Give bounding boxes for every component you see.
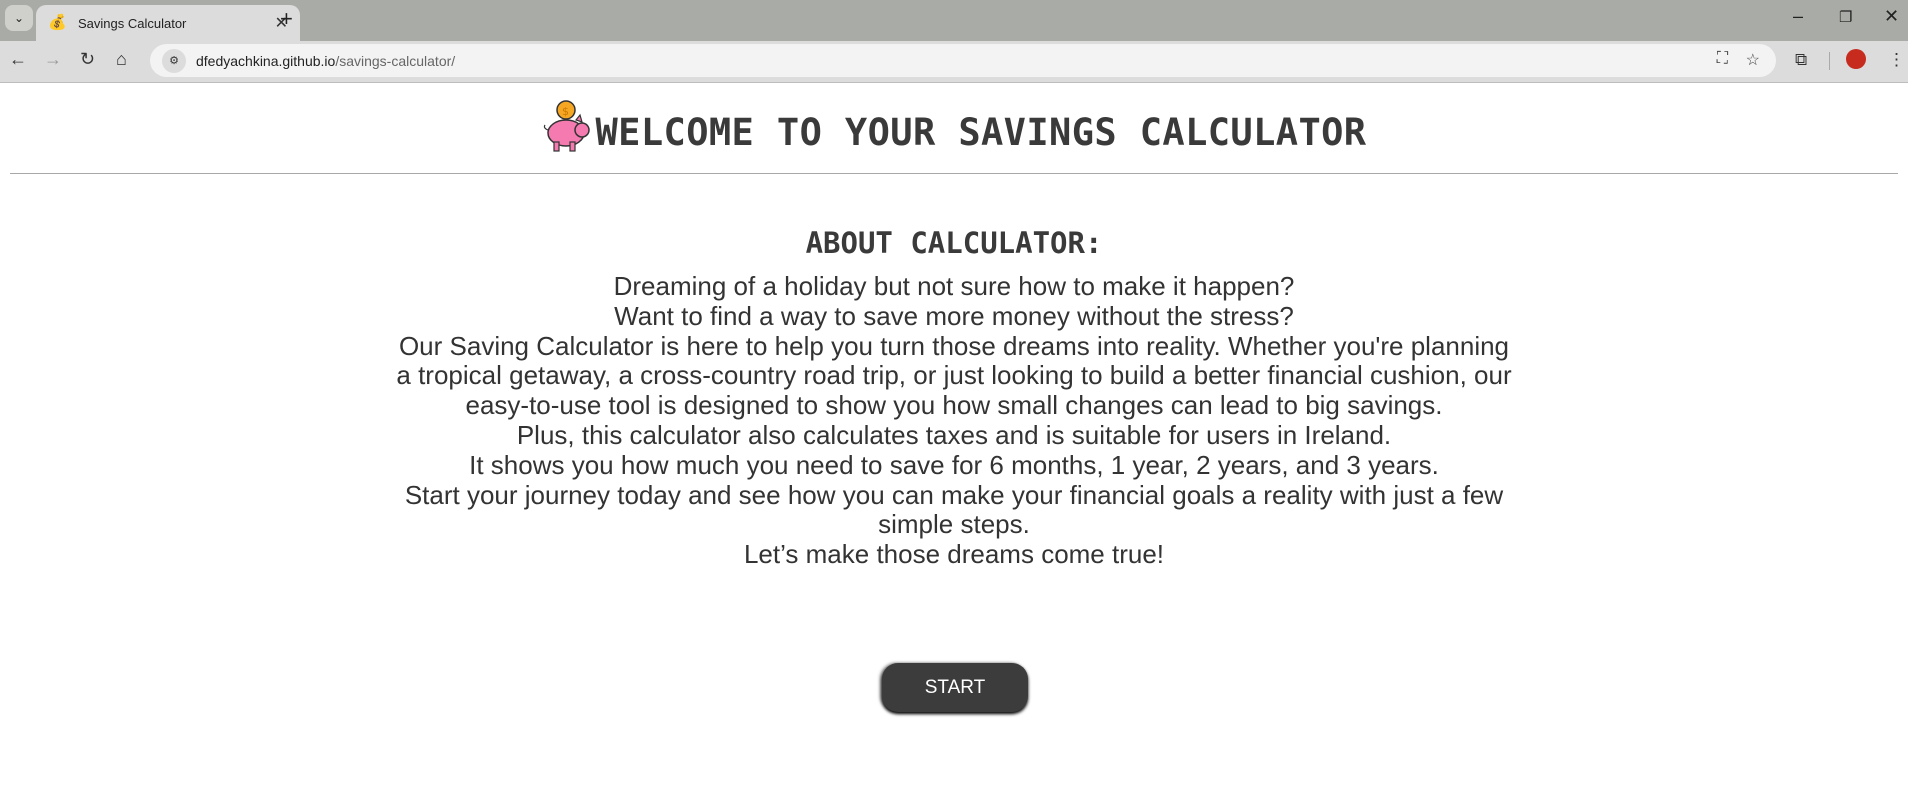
about-paragraph: Want to find a way to save more money wi… [614,300,1294,331]
svg-text:$: $ [562,105,569,118]
translate-icon[interactable]: ⛶ [1717,50,1728,68]
about-text: Dreaming of a holiday but not sure how t… [394,271,1514,570]
site-info-icon[interactable]: ⚙ [162,48,186,73]
about-paragraph: Our Saving Calculator is here to help yo… [396,330,1512,421]
about-paragraph: Let’s make those dreams come true! [743,539,1165,570]
extensions-icon[interactable]: ⧉ [1795,50,1807,70]
profile-avatar[interactable] [1846,49,1866,69]
tab-savings-calculator[interactable]: 💰 Savings Calculator ✕ [36,5,300,41]
about-paragraph: Plus, this calculator also calculates ta… [516,419,1392,450]
page-title: WELCOME TO YOUR SAVINGS CALCULATOR [595,110,1367,154]
forward-icon[interactable]: → [44,49,62,70]
money-bag-icon: 💰 [48,14,67,31]
tab-title: Savings Calculator [78,15,187,31]
piggy-bank-icon: $ [543,100,590,152]
url-path: /savings-calculator/ [335,52,456,69]
tab-search-button[interactable]: ⌄ [5,5,33,31]
toolbar-divider [1829,52,1830,70]
tab-strip: ⌄ 💰 Savings Calculator ✕ + – ❐ ✕ [0,0,1908,41]
browser-toolbar: ← → ↻ ⌂ ⚙ dfedyachkina.github.io/savings… [0,41,1908,83]
home-icon[interactable]: ⌂ [116,49,127,70]
menu-icon[interactable]: ⋮ [1888,50,1905,70]
chevron-down-icon: ⌄ [13,11,25,25]
address-bar[interactable]: ⚙ dfedyachkina.github.io/savings-calcula… [150,44,1776,77]
reload-icon[interactable]: ↻ [80,49,95,70]
about-paragraph: It shows you how much you need to save f… [469,449,1439,480]
about-heading: ABOUT CALCULATOR: [805,226,1103,260]
about-paragraph: Start your journey today and see how you… [404,479,1504,540]
close-window-icon[interactable]: ✕ [1884,6,1899,27]
bookmark-star-icon[interactable]: ☆ [1746,50,1760,70]
new-tab-button[interactable]: + [280,6,293,32]
header-divider [10,173,1898,174]
about-paragraph: Dreaming of a holiday but not sure how t… [613,271,1295,301]
back-icon[interactable]: ← [9,49,27,70]
restore-icon[interactable]: ❐ [1839,8,1852,26]
page-header: $ WELCOME TO YOUR SAVINGS CALCULATOR [0,100,1908,154]
minimize-icon[interactable]: – [1793,6,1803,27]
start-button[interactable]: START [882,663,1028,712]
url-host: dfedyachkina.github.io [196,52,336,69]
